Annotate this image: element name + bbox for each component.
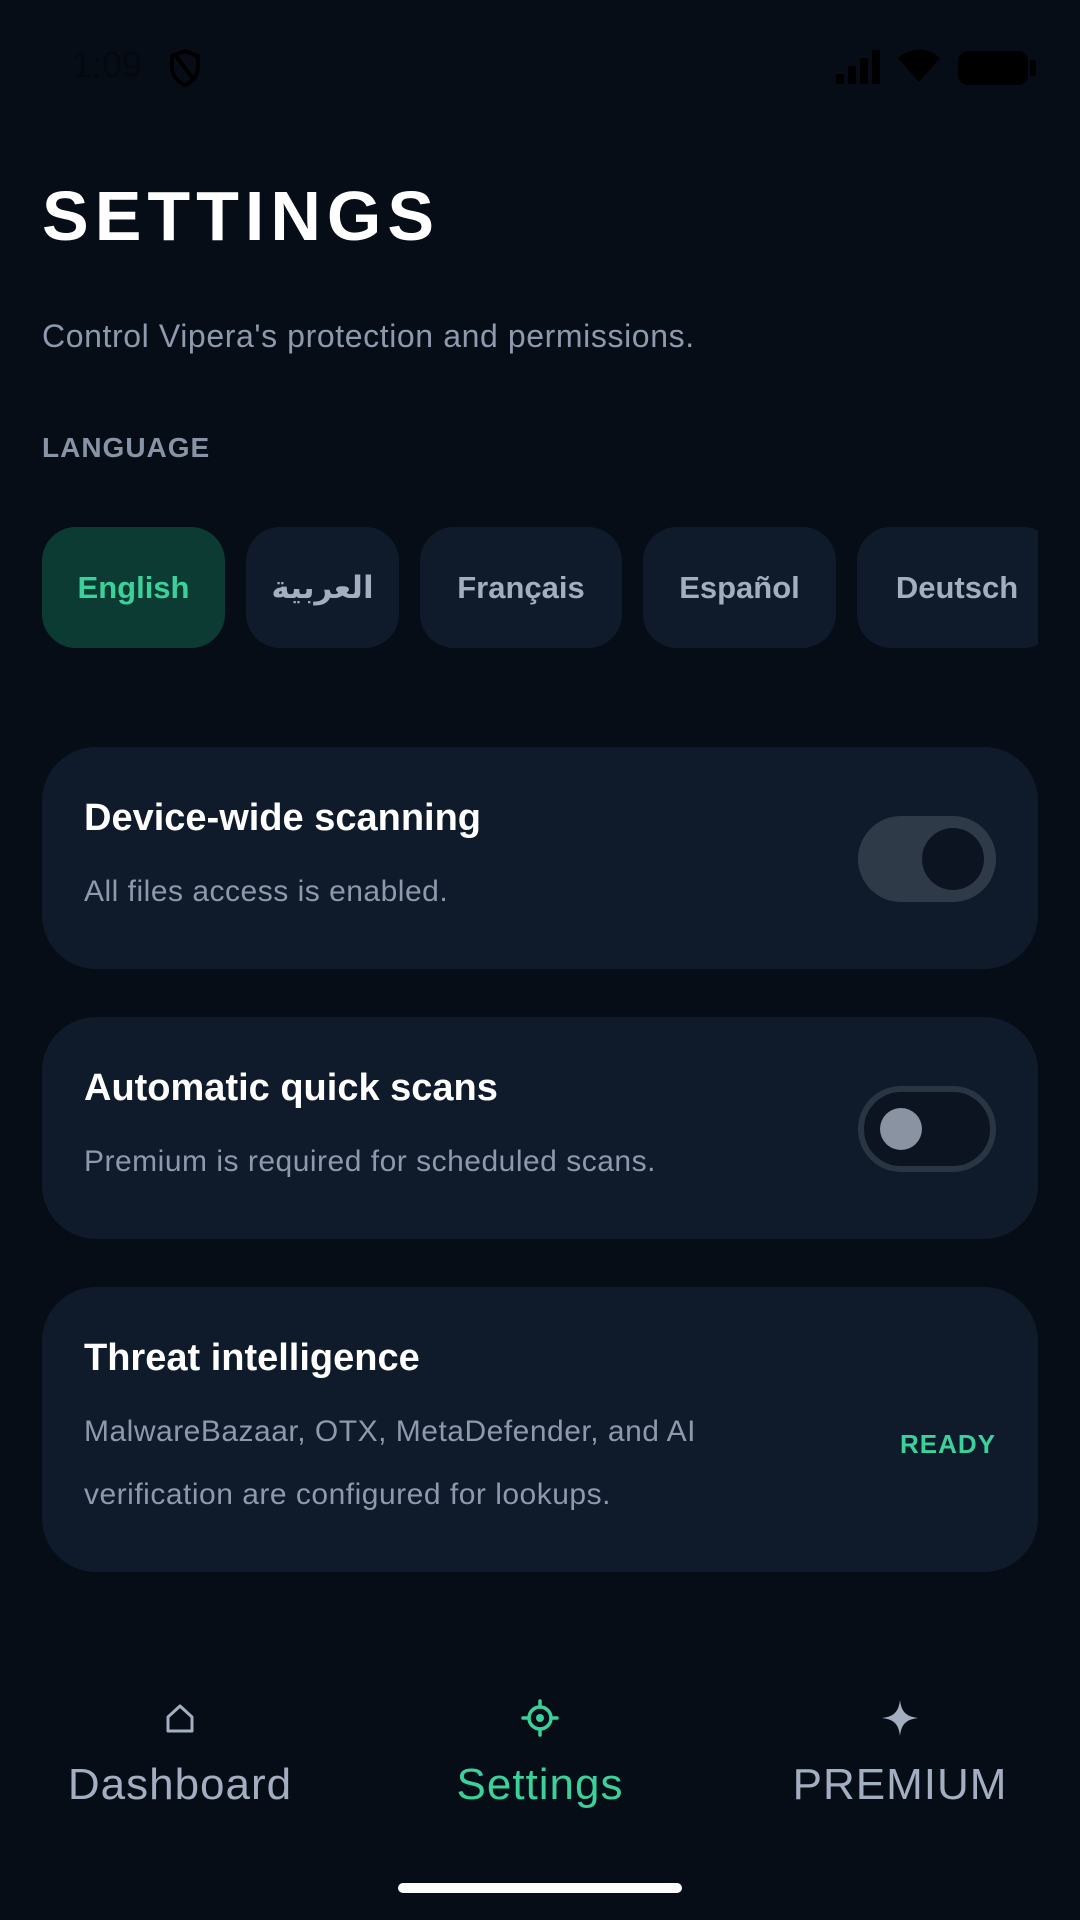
language-section-label: LANGUAGE <box>42 432 211 463</box>
home-icon <box>166 1704 194 1733</box>
auto-scans-card: Automatic quick scans Premium is require… <box>42 1017 1038 1239</box>
device-scanning-title: Device-wide scanning <box>84 797 482 839</box>
threat-intel-title: Threat intelligence <box>84 1337 420 1379</box>
settings-screen: 1:09 SETTINGS Control Vipera's protectio… <box>0 0 1080 1920</box>
nav-label-premium: PREMIUM <box>792 1760 1008 1809</box>
shield-icon <box>170 48 200 88</box>
page-subtitle: Control Vipera's protection and permissi… <box>42 318 695 354</box>
device-scanning-card: Device-wide scanning All files access is… <box>42 747 1038 969</box>
nav-item-dashboard[interactable]: Dashboard <box>0 1690 360 1830</box>
language-chip-english[interactable]: English <box>42 527 225 648</box>
battery-icon <box>958 51 1036 85</box>
language-chip-arabic[interactable]: العربية <box>246 527 399 648</box>
nav-label-dashboard: Dashboard <box>67 1760 293 1809</box>
nav-item-settings[interactable]: Settings <box>360 1690 720 1830</box>
toggle-knob <box>880 1108 922 1150</box>
nav-item-premium[interactable]: PREMIUM <box>720 1690 1080 1830</box>
status-badge: READY <box>899 1429 996 1459</box>
nav-label-settings: Settings <box>456 1760 624 1809</box>
gear-icon <box>521 1699 559 1737</box>
device-scanning-description: All files access is enabled. <box>84 875 449 908</box>
auto-scans-title: Automatic quick scans <box>84 1067 498 1109</box>
language-chip-german[interactable]: Deutsch <box>857 527 1038 648</box>
auto-scans-description: Premium is required for scheduled scans. <box>84 1145 656 1178</box>
toggle-knob <box>922 828 984 890</box>
language-chip-french[interactable]: Français <box>420 527 622 648</box>
language-chip-spanish[interactable]: Español <box>643 527 836 648</box>
home-indicator[interactable] <box>398 1883 682 1893</box>
status-bar: 1:09 <box>0 0 1080 130</box>
language-selector: English العربية Français Español Deutsch <box>42 527 1038 648</box>
page-title: SETTINGS <box>42 177 441 255</box>
threat-intel-card: Threat intelligence MalwareBazaar, OTX, … <box>42 1287 1038 1572</box>
signal-icon <box>836 50 880 84</box>
threat-intel-description: MalwareBazaar, OTX, MetaDefender, and AI… <box>84 1415 696 1511</box>
status-time: 1:09 <box>72 44 143 85</box>
wifi-icon <box>898 49 940 82</box>
device-scanning-toggle[interactable] <box>858 816 996 902</box>
bottom-nav: Dashboard Settings PREMIUM <box>0 1690 1080 1830</box>
auto-scans-toggle[interactable] <box>858 1086 996 1172</box>
sparkle-icon <box>882 1700 918 1736</box>
